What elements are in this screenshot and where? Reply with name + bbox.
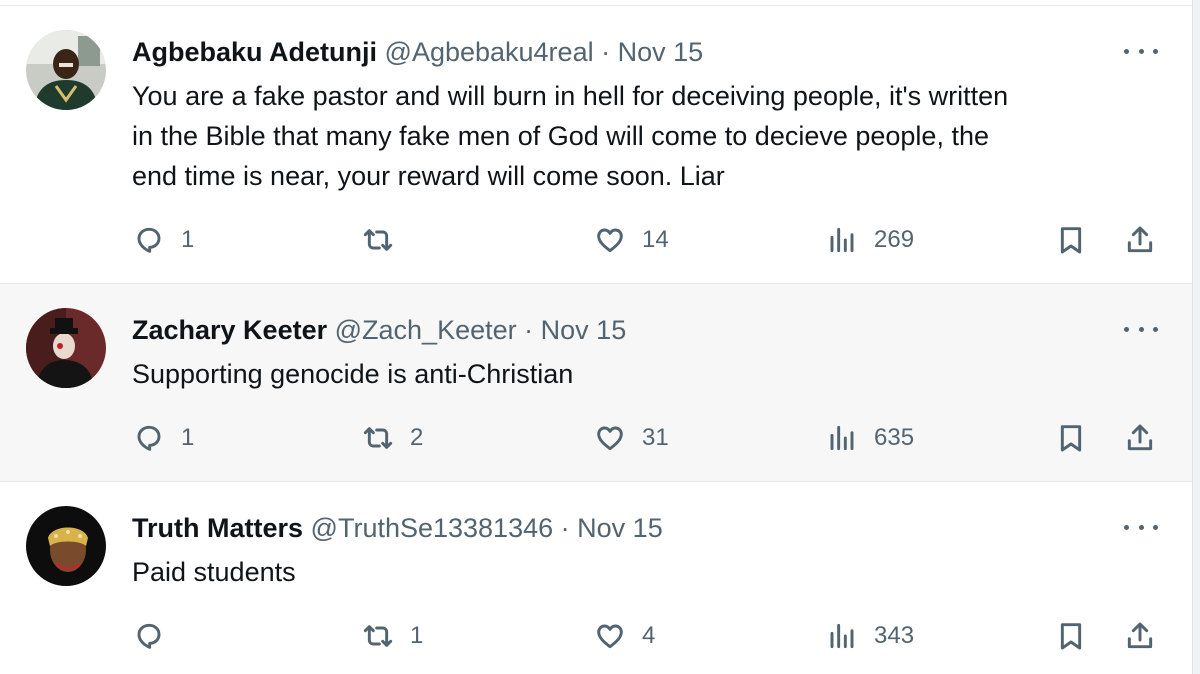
- reply-icon: [137, 425, 161, 451]
- share-icon: [1127, 622, 1153, 649]
- like-button[interactable]: 14: [594, 220, 669, 260]
- views-button[interactable]: 269: [826, 220, 914, 260]
- reply-button[interactable]: 1: [133, 220, 194, 260]
- like-button[interactable]: 31: [594, 418, 669, 458]
- more-icon[interactable]: [1124, 517, 1158, 537]
- share-button[interactable]: [1124, 220, 1156, 260]
- tweet-text-line: end time is near, your reward will come …: [132, 161, 725, 191]
- share-button[interactable]: [1124, 616, 1156, 656]
- reply-icon: [137, 623, 161, 649]
- action-bar: 1 2 31 635: [0, 418, 1192, 458]
- retweet-button[interactable]: 2: [362, 418, 423, 458]
- avatar[interactable]: [26, 308, 106, 388]
- tweet-header: Truth Matters @TruthSe13381346 · Nov 15: [132, 512, 663, 544]
- bookmark-icon: [1060, 623, 1082, 650]
- retweet-icon: [363, 427, 393, 449]
- views-button[interactable]: 343: [826, 616, 914, 656]
- retweet-count: 2: [410, 424, 424, 451]
- tweet-text: Supporting genocide is anti-Christian: [132, 354, 1152, 394]
- tweet-text-line: Supporting genocide is anti-Christian: [132, 359, 574, 389]
- tweet-date[interactable]: Nov 15: [541, 315, 627, 345]
- tweet-date[interactable]: Nov 15: [618, 37, 704, 67]
- like-count: 31: [642, 424, 669, 451]
- tweet-header: Agbebaku Adetunji @Agbebaku4real · Nov 1…: [132, 36, 703, 68]
- author-handle[interactable]: @Agbebaku4real: [385, 37, 594, 67]
- reply-icon: [137, 227, 161, 253]
- bookmark-icon: [1060, 425, 1082, 452]
- reply-count: 1: [181, 424, 195, 451]
- views-count: 343: [874, 622, 915, 649]
- reply-count: 1: [181, 226, 195, 253]
- share-button[interactable]: [1124, 418, 1156, 458]
- views-icon: [830, 623, 854, 649]
- reply-tweet[interactable]: Truth Matters @TruthSe13381346 · Nov 15 …: [0, 482, 1192, 674]
- views-count: 635: [874, 424, 915, 451]
- retweet-icon: [363, 625, 393, 647]
- like-button[interactable]: 4: [594, 616, 655, 656]
- tweet-text: Paid students: [132, 552, 1152, 592]
- reply-button[interactable]: [133, 616, 181, 656]
- tweet-text-line: Paid students: [132, 557, 296, 587]
- tweet-header: Zachary Keeter @Zach_Keeter · Nov 15: [132, 314, 626, 346]
- retweet-button[interactable]: [362, 220, 410, 260]
- author-name[interactable]: Zachary Keeter: [132, 315, 327, 345]
- reply-tweet[interactable]: Zachary Keeter @Zach_Keeter · Nov 15 Sup…: [0, 284, 1192, 482]
- separator: ·: [524, 315, 534, 345]
- views-button[interactable]: 635: [826, 418, 914, 458]
- views-icon: [830, 227, 854, 253]
- avatar[interactable]: [26, 506, 106, 586]
- separator: ·: [601, 37, 611, 67]
- heart-icon: [597, 426, 623, 451]
- reply-button[interactable]: 1: [133, 418, 194, 458]
- bookmark-icon: [1060, 227, 1082, 254]
- like-count: 14: [642, 226, 669, 253]
- heart-icon: [597, 228, 623, 253]
- retweet-icon: [363, 229, 393, 251]
- retweet-button[interactable]: 1: [362, 616, 423, 656]
- tweet-date[interactable]: Nov 15: [577, 513, 663, 543]
- avatar[interactable]: [26, 30, 106, 110]
- like-count: 4: [642, 622, 656, 649]
- action-bar: 1 4 343: [0, 616, 1192, 656]
- views-count: 269: [874, 226, 915, 253]
- heart-icon: [597, 624, 623, 649]
- tweet-text-line: You are a fake pastor and will burn in h…: [132, 81, 1009, 111]
- more-icon[interactable]: [1124, 319, 1158, 339]
- author-handle[interactable]: @TruthSe13381346: [311, 513, 554, 543]
- separator: ·: [560, 513, 570, 543]
- share-icon: [1127, 424, 1153, 451]
- bookmark-button[interactable]: [1055, 220, 1087, 260]
- author-handle[interactable]: @Zach_Keeter: [335, 315, 517, 345]
- author-name[interactable]: Truth Matters: [132, 513, 303, 543]
- bookmark-button[interactable]: [1055, 418, 1087, 458]
- reply-tweet[interactable]: Agbebaku Adetunji @Agbebaku4real · Nov 1…: [0, 6, 1192, 284]
- share-icon: [1127, 226, 1153, 253]
- views-icon: [830, 425, 854, 451]
- retweet-count: 1: [410, 622, 424, 649]
- tweet-text-line: in the Bible that many fake men of God w…: [132, 121, 989, 151]
- tweet-text: You are a fake pastor and will burn in h…: [132, 76, 1152, 196]
- more-icon[interactable]: [1124, 41, 1158, 61]
- scrollbar[interactable]: [1192, 0, 1200, 674]
- author-name[interactable]: Agbebaku Adetunji: [132, 37, 377, 67]
- action-bar: 1 14 269: [0, 220, 1192, 260]
- bookmark-button[interactable]: [1055, 616, 1087, 656]
